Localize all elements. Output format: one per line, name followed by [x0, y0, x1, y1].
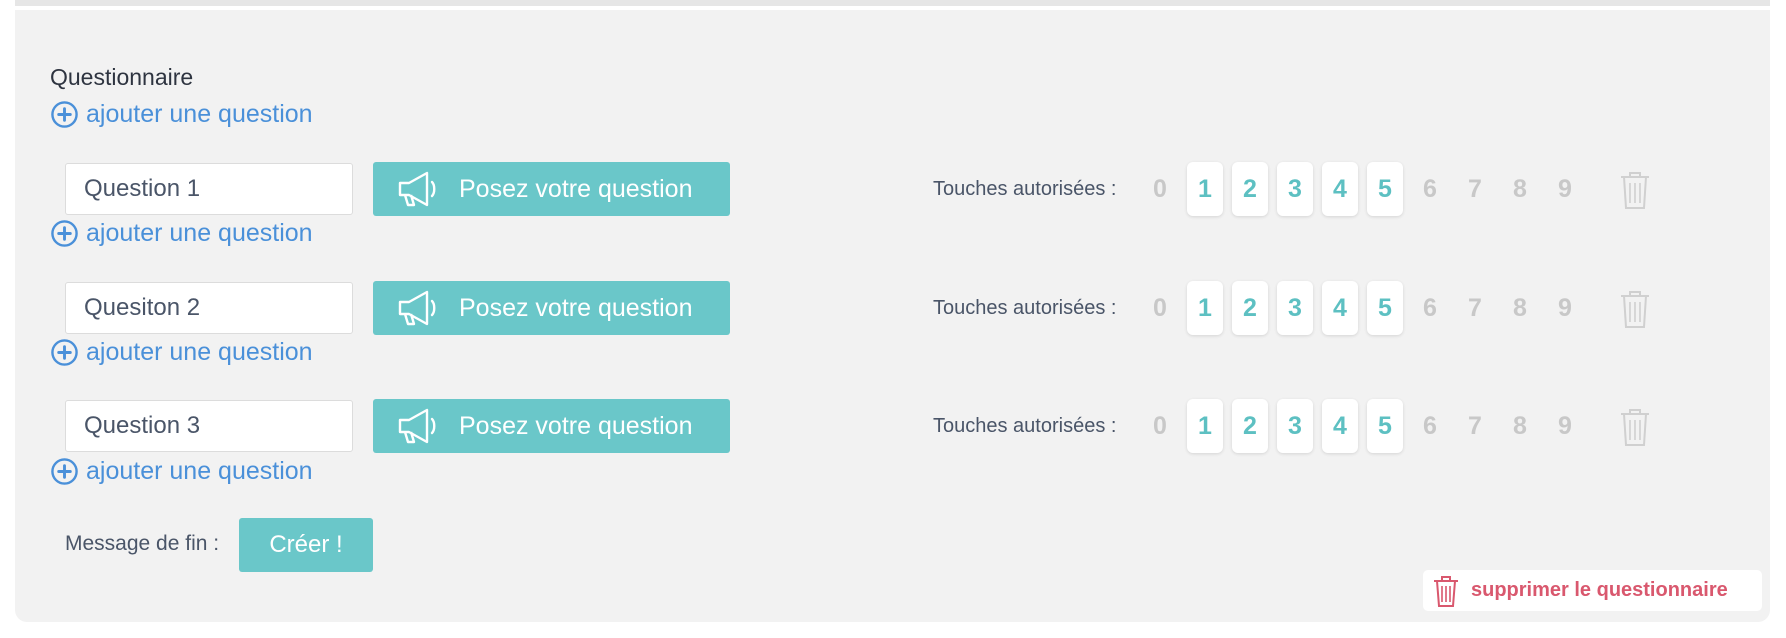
delete-question-button-2[interactable] [1619, 289, 1651, 329]
question-input-3[interactable] [65, 400, 353, 452]
key-2[interactable]: 2 [1232, 162, 1268, 216]
key-4[interactable]: 4 [1322, 399, 1358, 453]
allowed-keys-row-2: 0 1 2 3 4 5 6 7 8 9 [1142, 281, 1592, 335]
key-3[interactable]: 3 [1277, 281, 1313, 335]
trash-icon [1621, 409, 1649, 446]
key-8[interactable]: 8 [1502, 399, 1538, 453]
question-input-1[interactable] [65, 163, 353, 215]
delete-question-button-1[interactable] [1619, 170, 1651, 210]
key-0[interactable]: 0 [1142, 162, 1178, 216]
key-0[interactable]: 0 [1142, 281, 1178, 335]
allowed-keys-label: Touches autorisées : [933, 414, 1117, 437]
allowed-keys-row-1: 0 1 2 3 4 5 6 7 8 9 [1142, 162, 1592, 216]
top-divider [15, 0, 1770, 6]
plus-circle-icon [51, 219, 78, 247]
key-9[interactable]: 9 [1547, 281, 1583, 335]
add-question-label: ajouter une question [86, 337, 313, 366]
trash-icon [1621, 291, 1649, 328]
key-0[interactable]: 0 [1142, 399, 1178, 453]
key-1[interactable]: 1 [1187, 399, 1223, 453]
key-1[interactable]: 1 [1187, 162, 1223, 216]
key-7[interactable]: 7 [1457, 281, 1493, 335]
key-9[interactable]: 9 [1547, 162, 1583, 216]
key-7[interactable]: 7 [1457, 162, 1493, 216]
key-2[interactable]: 2 [1232, 281, 1268, 335]
key-3[interactable]: 3 [1277, 162, 1313, 216]
ask-button-label: Posez votre question [459, 411, 693, 440]
add-question-label: ajouter une question [86, 456, 313, 485]
ask-question-button-1[interactable]: Posez votre question [373, 162, 730, 216]
end-message-label: Message de fin : [65, 532, 220, 555]
plus-circle-icon [51, 100, 78, 128]
megaphone-icon [398, 171, 436, 207]
allowed-keys-label: Touches autorisées : [933, 177, 1117, 200]
key-6[interactable]: 6 [1412, 281, 1448, 335]
section-title: Questionnaire [50, 64, 194, 90]
key-5[interactable]: 5 [1367, 162, 1403, 216]
delete-questionnaire-label: supprimer le questionnaire [1471, 579, 1728, 601]
key-5[interactable]: 5 [1367, 399, 1403, 453]
key-4[interactable]: 4 [1322, 281, 1358, 335]
question-input-2[interactable] [65, 282, 353, 334]
add-question-label: ajouter une question [86, 218, 313, 247]
key-9[interactable]: 9 [1547, 399, 1583, 453]
plus-circle-icon [51, 457, 78, 485]
delete-questionnaire-button[interactable]: supprimer le questionnaire [1423, 570, 1762, 611]
add-question-link-1[interactable]: ajouter une question [50, 99, 313, 129]
key-1[interactable]: 1 [1187, 281, 1223, 335]
trash-icon [1434, 575, 1458, 607]
create-end-message-button[interactable]: Créer ! [239, 518, 373, 572]
key-4[interactable]: 4 [1322, 162, 1358, 216]
add-question-link-4[interactable]: ajouter une question [50, 456, 313, 486]
add-question-label: ajouter une question [86, 99, 313, 128]
key-3[interactable]: 3 [1277, 399, 1313, 453]
ask-button-label: Posez votre question [459, 174, 693, 203]
key-6[interactable]: 6 [1412, 162, 1448, 216]
key-2[interactable]: 2 [1232, 399, 1268, 453]
ask-question-button-3[interactable]: Posez votre question [373, 399, 730, 453]
key-8[interactable]: 8 [1502, 162, 1538, 216]
add-question-link-3[interactable]: ajouter une question [50, 337, 313, 367]
key-5[interactable]: 5 [1367, 281, 1403, 335]
plus-circle-icon [51, 338, 78, 366]
megaphone-icon [398, 408, 436, 444]
ask-button-label: Posez votre question [459, 293, 693, 322]
key-6[interactable]: 6 [1412, 399, 1448, 453]
allowed-keys-row-3: 0 1 2 3 4 5 6 7 8 9 [1142, 399, 1592, 453]
megaphone-icon [398, 290, 436, 326]
key-7[interactable]: 7 [1457, 399, 1493, 453]
key-8[interactable]: 8 [1502, 281, 1538, 335]
ask-question-button-2[interactable]: Posez votre question [373, 281, 730, 335]
allowed-keys-label: Touches autorisées : [933, 296, 1117, 319]
trash-icon [1621, 172, 1649, 209]
delete-question-button-3[interactable] [1619, 407, 1651, 447]
add-question-link-2[interactable]: ajouter une question [50, 218, 313, 248]
